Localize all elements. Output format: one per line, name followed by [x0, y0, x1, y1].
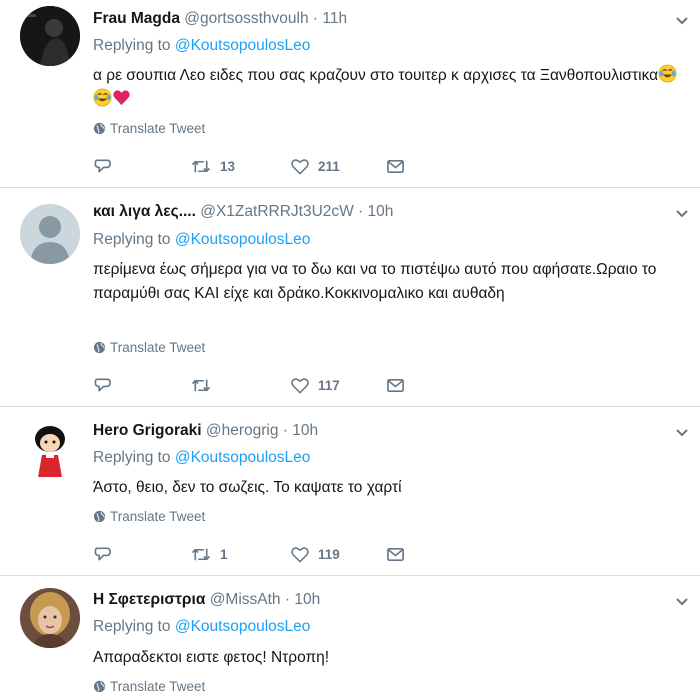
display-name[interactable]: και λιγα λες....	[93, 203, 196, 220]
translate-label: Translate Tweet	[110, 509, 206, 524]
user-handle[interactable]: @X1ZatRRRJt3U2cW	[200, 203, 354, 220]
tweet-text-content: α ρε σουπια Λεο ειδες που σας κραζουν στ…	[93, 67, 659, 84]
envelope-icon	[387, 159, 404, 173]
heart-icon	[291, 546, 309, 563]
translate-tweet-link[interactable]: Translate Tweet	[93, 339, 205, 357]
like-button[interactable]: 119	[290, 543, 340, 565]
display-name[interactable]: Η Σφετεριστρια	[93, 591, 205, 608]
like-count: 117	[318, 377, 340, 393]
tweet-3[interactable]: Hero Grigoraki @herogrig · 10h Replying …	[0, 407, 700, 575]
avatar[interactable]	[20, 419, 80, 479]
display-name[interactable]: Frau Magda	[93, 10, 180, 27]
globe-icon	[93, 680, 106, 693]
reply-mention-link[interactable]: @KoutsopoulosLeo	[175, 618, 311, 635]
reply-icon	[94, 159, 111, 173]
retweet-button[interactable]: 13	[190, 155, 235, 177]
tweet-2[interactable]: και λιγα λες.... @X1ZatRRRJt3U2cW · 10h …	[0, 188, 700, 406]
reply-context: Replying to @KoutsopoulosLeo	[93, 36, 310, 56]
face-with-tears-of-joy-icon	[93, 88, 112, 107]
chevron-down-icon[interactable]	[674, 594, 690, 610]
user-handle[interactable]: @gortsossthvoulh	[184, 10, 308, 27]
tweet-1[interactable]: Frau Magda @gortsossthvoulh · 11h Replyi…	[0, 0, 700, 186]
timestamp[interactable]: · 10h	[358, 203, 393, 220]
translate-tweet-link[interactable]: Translate Tweet	[93, 508, 205, 526]
tweet-actions: 13 211	[93, 155, 513, 177]
tweet-header: Frau Magda @gortsossthvoulh · 11h	[93, 9, 347, 29]
reply-button[interactable]	[93, 155, 112, 177]
reply-prefix: Replying to	[93, 449, 171, 466]
reply-icon	[94, 378, 111, 392]
retweet-icon	[191, 548, 211, 560]
direct-message-button[interactable]	[386, 374, 405, 396]
globe-icon	[93, 510, 106, 523]
retweet-count: 13	[220, 158, 236, 174]
tweet-text: Άστο, θειο, δεν το σωζεις. Το καψατε το …	[93, 479, 402, 496]
like-count: 119	[318, 546, 340, 562]
like-count: 211	[318, 158, 340, 174]
reply-context: Replying to @KoutsopoulosLeo	[93, 230, 310, 250]
retweet-icon	[191, 160, 211, 172]
red-heart-icon	[113, 90, 130, 106]
reply-mention-link[interactable]: @KoutsopoulosLeo	[175, 37, 311, 54]
default-avatar-icon	[20, 204, 80, 264]
tweet-text: περίμενα έως σήμερα για να το δω και να …	[93, 261, 657, 302]
globe-icon	[93, 341, 106, 354]
retweet-button[interactable]: 1	[190, 543, 228, 565]
tweet-actions: 1 119	[93, 543, 513, 565]
envelope-icon	[387, 378, 404, 392]
reply-button[interactable]	[93, 543, 112, 565]
avatar[interactable]	[20, 588, 80, 648]
direct-message-button[interactable]	[386, 155, 405, 177]
tweet-text: α ρε σουπια Λεο ειδες που σας κραζουν στ…	[93, 64, 683, 112]
avatar[interactable]	[20, 204, 80, 264]
retweet-count: 1	[220, 546, 228, 562]
reply-prefix: Replying to	[93, 618, 171, 635]
globe-icon	[93, 122, 106, 135]
tweet-header: Hero Grigoraki @herogrig · 10h	[93, 421, 318, 441]
tweet-4[interactable]: Η Σφετεριστρια @MissAth · 10h Replying t…	[0, 576, 700, 700]
like-button[interactable]: 117	[290, 374, 340, 396]
translate-tweet-link[interactable]: Translate Tweet	[93, 678, 205, 696]
timestamp[interactable]: · 10h	[283, 422, 318, 439]
reply-mention-link[interactable]: @KoutsopoulosLeo	[175, 449, 311, 466]
direct-message-button[interactable]	[386, 543, 405, 565]
retweet-icon	[191, 379, 211, 391]
translate-tweet-link[interactable]: Translate Tweet	[93, 120, 205, 138]
tweet-header: και λιγα λες.... @X1ZatRRRJt3U2cW · 10h	[93, 202, 393, 222]
avatar[interactable]	[20, 6, 80, 66]
envelope-icon	[387, 547, 404, 561]
chevron-down-icon[interactable]	[674, 206, 690, 222]
tweet-header: Η Σφετεριστρια @MissAth · 10h	[93, 590, 320, 610]
reply-prefix: Replying to	[93, 37, 171, 54]
display-name[interactable]: Hero Grigoraki	[93, 422, 202, 439]
retweet-button[interactable]	[190, 374, 220, 396]
reply-button[interactable]	[93, 374, 112, 396]
face-with-tears-of-joy-icon	[658, 64, 677, 83]
reply-context: Replying to @KoutsopoulosLeo	[93, 617, 310, 637]
translate-label: Translate Tweet	[110, 679, 206, 694]
tweet-actions: 117	[93, 374, 513, 396]
translate-label: Translate Tweet	[110, 340, 206, 355]
tweet-text: Απαραδεκτοι ειστε φετος! Ντροπη!	[93, 649, 330, 666]
like-button[interactable]: 211	[290, 155, 340, 177]
reply-icon	[94, 547, 111, 561]
timestamp[interactable]: · 11h	[313, 10, 347, 27]
reply-prefix: Replying to	[93, 231, 171, 248]
reply-mention-link[interactable]: @KoutsopoulosLeo	[175, 231, 311, 248]
user-handle[interactable]: @herogrig	[206, 422, 279, 439]
timestamp[interactable]: · 10h	[285, 591, 320, 608]
heart-icon	[291, 377, 309, 394]
user-handle[interactable]: @MissAth	[210, 591, 281, 608]
heart-icon	[291, 158, 309, 175]
chevron-down-icon[interactable]	[674, 13, 690, 29]
reply-context: Replying to @KoutsopoulosLeo	[93, 448, 310, 468]
translate-label: Translate Tweet	[110, 121, 206, 136]
chevron-down-icon[interactable]	[674, 425, 690, 441]
